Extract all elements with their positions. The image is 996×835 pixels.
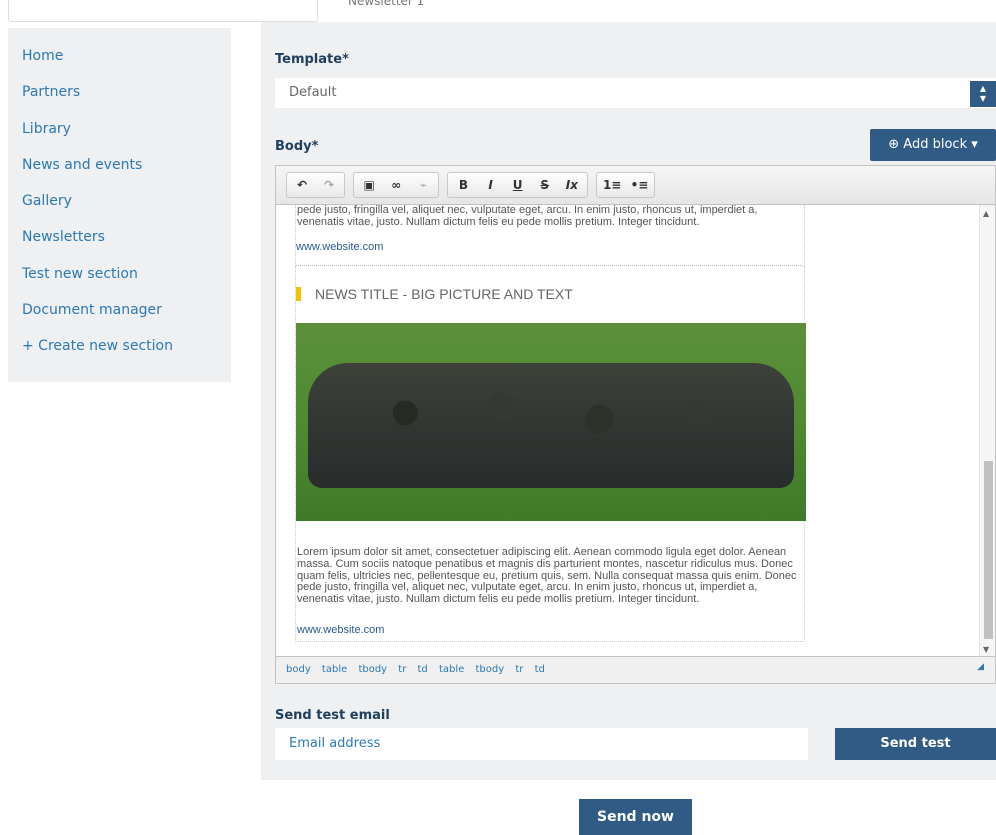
path-item[interactable]: td [418, 664, 428, 675]
send-now-button[interactable]: Send now [579, 799, 692, 835]
history-group: ↶ ↷ [286, 172, 346, 198]
remove-format-icon[interactable]: Ix [563, 173, 581, 197]
plus-circle-icon: ⊕ [888, 137, 900, 152]
content-block-top: pede justo, fringilla vel, aliquet nec, … [295, 205, 805, 266]
block-top-link[interactable]: www.website.com [296, 241, 804, 253]
sidebar-item-library[interactable]: Library [8, 116, 231, 152]
template-select[interactable]: Default ▲ ▼ [275, 78, 996, 108]
italic-icon[interactable]: I [482, 173, 500, 197]
unlink-icon[interactable]: ⌁ [414, 173, 432, 197]
redo-icon[interactable]: ↷ [320, 173, 338, 197]
bold-icon[interactable]: B [454, 173, 472, 197]
editor-scrollbar[interactable]: ▲ ▼ [979, 205, 995, 657]
sidebar-item-home[interactable]: Home [8, 43, 231, 79]
template-select-value: Default [289, 85, 337, 100]
path-item[interactable]: tr [398, 664, 406, 675]
content-block-news: NEWS TITLE - BIG PICTURE AND TEXT Lorem … [295, 266, 806, 642]
sidebar: Home Partners Library News and events Ga… [8, 28, 231, 382]
sidebar-item-create-section[interactable]: + Create new section [8, 333, 231, 369]
block-top-text: pede justo, fringilla vel, aliquet nec, … [297, 205, 758, 228]
link-icon[interactable]: ∞ [387, 173, 405, 197]
send-test-button[interactable]: Send test [835, 728, 996, 760]
ordered-list-icon[interactable]: 1≡ [603, 173, 621, 197]
group-photo [296, 323, 806, 521]
sidebar-item-gallery[interactable]: Gallery [8, 188, 231, 224]
sidebar-item-news-events[interactable]: News and events [8, 152, 231, 188]
send-test-label: Send test email [275, 708, 390, 723]
image-icon[interactable]: ▣ [360, 173, 378, 197]
scroll-up-icon[interactable]: ▲ [983, 209, 989, 218]
list-group: 1≡ •≡ [595, 172, 656, 198]
sidebar-item-test-new-section[interactable]: Test new section [8, 261, 231, 297]
element-path: body table tbody tr td table tbody tr td… [276, 656, 995, 683]
top-search-input[interactable] [8, 0, 318, 22]
path-item[interactable]: table [439, 664, 464, 675]
scrollbar-thumb[interactable] [984, 461, 993, 639]
underline-icon[interactable]: U [509, 173, 527, 197]
editor-toolbar: ↶ ↷ ▣ ∞ ⌁ B I U S Ix 1≡ •≡ [276, 166, 995, 205]
news-title: NEWS TITLE - BIG PICTURE AND TEXT [296, 287, 573, 301]
select-arrows-icon[interactable]: ▲ ▼ [970, 81, 996, 107]
path-item[interactable]: table [322, 664, 347, 675]
newsletter-tab[interactable]: Newsletter 1 [348, 0, 424, 8]
template-label: Template* [275, 52, 349, 67]
format-group: B I U S Ix [447, 172, 588, 198]
editor-content[interactable]: pede justo, fringilla vel, aliquet nec, … [276, 205, 981, 657]
news-body-text: Lorem ipsum dolor sit amet, consectetuer… [297, 546, 797, 606]
crowd-figure [308, 363, 794, 488]
strikethrough-icon[interactable]: S [536, 173, 554, 197]
news-link[interactable]: www.website.com [297, 624, 384, 636]
add-block-button[interactable]: ⊕ Add block ▾ [870, 129, 996, 161]
path-item[interactable]: tbody [358, 664, 387, 675]
scroll-down-icon[interactable]: ▼ [983, 645, 989, 654]
undo-icon[interactable]: ↶ [293, 173, 311, 197]
bullet-list-icon[interactable]: •≡ [630, 173, 649, 197]
body-label: Body* [275, 139, 319, 154]
path-item[interactable]: td [535, 664, 545, 675]
sidebar-item-partners[interactable]: Partners [8, 79, 231, 115]
email-field[interactable]: Email address [275, 728, 808, 760]
resize-handle-icon[interactable]: ◢ [977, 654, 984, 680]
newsletter-form: Template* Default ▲ ▼ Body* ⊕ Add block ▾… [261, 22, 996, 780]
path-item[interactable]: body [286, 664, 311, 675]
rich-text-editor[interactable]: ↶ ↷ ▣ ∞ ⌁ B I U S Ix 1≡ •≡ pede justo, f… [275, 165, 996, 684]
insert-group: ▣ ∞ ⌁ [353, 172, 440, 198]
sidebar-item-newsletters[interactable]: Newsletters [8, 224, 231, 260]
path-item[interactable]: tr [515, 664, 523, 675]
sidebar-item-document-manager[interactable]: Document manager [8, 297, 231, 333]
path-item[interactable]: tbody [476, 664, 505, 675]
